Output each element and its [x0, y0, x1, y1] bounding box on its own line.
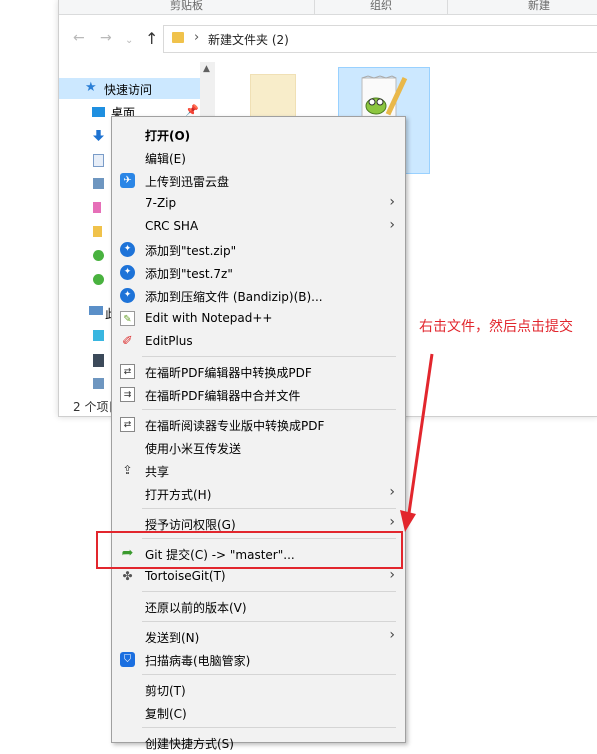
menu-item-upload-xunlei[interactable]: ✈ 上传到迅雷云盘 [112, 169, 405, 192]
scroll-up-arrow-icon[interactable]: ▲ [203, 64, 210, 74]
menu-item-label: 打开方式(H) [145, 488, 212, 502]
menu-item-label: 在福昕PDF编辑器中转换成PDF [145, 366, 312, 380]
menu-item-add-archive-bandizip[interactable]: ✦ 添加到压缩文件 (Bandizip)(B)... [112, 284, 405, 307]
menu-item-label: CRC SHA [145, 219, 199, 233]
menu-item-label: 添加到压缩文件 (Bandizip)(B)... [145, 290, 323, 304]
recent-locations-chevron-icon[interactable]: ⌄ [125, 33, 133, 49]
menu-item-foxit-reader-convert[interactable]: ⇄ 在福昕阅读器专业版中转换成PDF [112, 413, 405, 436]
menu-item-add-test-7z[interactable]: ✦ 添加到"test.7z" [112, 261, 405, 284]
bandizip-icon: ✦ [120, 242, 135, 257]
menu-item-add-test-zip[interactable]: ✦ 添加到"test.zip" [112, 238, 405, 261]
menu-item-restore-previous[interactable]: 还原以前的版本(V) [112, 595, 405, 618]
editplus-icon: ✐ [122, 334, 133, 349]
menu-item-send-to[interactable]: 发送到(N) › [112, 625, 405, 648]
menu-item-open-with[interactable]: 打开方式(H) › [112, 482, 405, 505]
foxit-icon: ⇉ [120, 387, 135, 402]
menu-item-7zip[interactable]: 7-Zip › [112, 192, 405, 215]
forward-arrow-icon[interactable]: → [100, 30, 112, 46]
desktop-icon [92, 107, 105, 117]
menu-item-label: 扫描病毒(电脑管家) [145, 654, 251, 668]
menu-item-label: 7-Zip [145, 196, 177, 210]
tencent-shield-icon: ⛉ [120, 652, 135, 667]
menu-item-share[interactable]: ⇪ 共享 [112, 459, 405, 482]
foxit-icon: ⇄ [120, 417, 135, 432]
quick-access-label: 快速访问 [104, 83, 153, 97]
this-pc-icon[interactable] [89, 306, 103, 315]
share-icon: ⇪ [122, 463, 133, 477]
menu-item-label: 添加到"test.zip" [145, 244, 237, 258]
menu-item-label: 还原以前的版本(V) [145, 601, 247, 615]
3d-objects-icon[interactable] [93, 330, 104, 341]
submenu-chevron-icon: › [389, 217, 395, 233]
menu-item-edit-notepad-plus[interactable]: ✎ Edit with Notepad++ [112, 307, 405, 330]
bandizip-icon: ✦ [120, 265, 135, 280]
videos-icon[interactable] [93, 354, 104, 367]
menu-item-foxit-merge[interactable]: ⇉ 在福昕PDF编辑器中合并文件 [112, 383, 405, 406]
green-check-folder-icon[interactable] [93, 250, 104, 261]
menu-item-crc-sha[interactable]: CRC SHA › [112, 215, 405, 238]
ribbon-group-clipboard: 剪贴板 [170, 0, 203, 12]
breadcrumb-chevron-icon[interactable]: › [194, 30, 199, 45]
quick-access-item[interactable]: ★ 快速访问 [59, 78, 200, 99]
pictures-icon[interactable] [93, 378, 104, 389]
ribbon-group-new: 新建 [528, 0, 550, 12]
menu-item-cut[interactable]: 剪切(T) [112, 678, 405, 701]
address-path[interactable]: 新建文件夹 (2) [208, 31, 289, 48]
up-arrow-icon[interactable]: ↑ [145, 29, 158, 48]
menu-item-edit[interactable]: 编辑(E) [112, 146, 405, 169]
menu-item-copy[interactable]: 复制(C) [112, 701, 405, 724]
menu-item-label: 打开(O) [145, 129, 191, 143]
menu-item-open[interactable]: 打开(O) [112, 123, 405, 146]
menu-item-label: 复制(C) [145, 707, 187, 721]
address-bar[interactable]: › 新建文件夹 (2) [163, 25, 597, 53]
bandizip-icon: ✦ [120, 288, 135, 303]
menu-item-label: 添加到"test.7z" [145, 267, 233, 281]
menu-item-xiaomi-share[interactable]: 使用小米互传发送 [112, 436, 405, 459]
navigation-bar: ← → ⌄ ↑ › 新建文件夹 (2) [59, 15, 597, 62]
folder-icon [172, 32, 184, 43]
back-arrow-icon[interactable]: ← [73, 30, 85, 46]
menu-item-foxit-convert[interactable]: ⇄ 在福昕PDF编辑器中转换成PDF [112, 360, 405, 383]
menu-item-label: 在福昕PDF编辑器中合并文件 [145, 389, 301, 403]
pictures-icon[interactable] [93, 178, 104, 189]
star-icon: ★ [85, 80, 97, 95]
menu-item-label: 使用小米互传发送 [145, 442, 242, 456]
downloads-icon[interactable] [93, 130, 104, 141]
foxit-icon: ⇄ [120, 364, 135, 379]
menu-item-editplus[interactable]: ✐ EditPlus [112, 330, 405, 353]
menu-item-label: 创建快捷方式(S) [145, 737, 234, 751]
menu-item-label: 共享 [145, 465, 170, 479]
tortoisegit-icon: ✤ [122, 569, 133, 583]
menu-item-scan-virus[interactable]: ⛉ 扫描病毒(电脑管家) [112, 648, 405, 671]
yellow-folder-icon[interactable] [93, 226, 102, 237]
green-check-folder-icon[interactable] [93, 274, 104, 285]
submenu-chevron-icon: › [389, 567, 395, 583]
documents-icon[interactable] [93, 154, 104, 167]
annotation-note: 右击文件，然后点击提交 [419, 319, 573, 335]
menu-item-label: 发送到(N) [145, 631, 200, 645]
submenu-chevron-icon: › [389, 627, 395, 643]
menu-item-label: 编辑(E) [145, 152, 186, 166]
menu-item-create-shortcut[interactable]: 创建快捷方式(S) [112, 731, 405, 754]
context-menu: 打开(O) 编辑(E) ✈ 上传到迅雷云盘 7-Zip › CRC SHA › … [111, 116, 406, 751]
thunder-bird-icon: ✈ [120, 173, 135, 188]
submenu-chevron-icon: › [389, 194, 395, 210]
menu-item-label: 剪切(T) [145, 684, 186, 698]
pink-folder-icon[interactable] [93, 202, 101, 213]
menu-item-label: TortoiseGit(T) [145, 569, 226, 583]
ribbon-group-labels: 剪贴板 组织 新建 [59, 0, 597, 15]
notepad-plus-icon: ✎ [120, 311, 135, 326]
ribbon-group-organize: 组织 [370, 0, 392, 12]
menu-item-label: Edit with Notepad++ [145, 311, 273, 325]
menu-item-label: 在福昕阅读器专业版中转换成PDF [145, 419, 325, 433]
menu-item-label: 上传到迅雷云盘 [145, 175, 230, 189]
highlight-box [96, 531, 403, 569]
menu-item-label: EditPlus [145, 334, 193, 348]
annotation-arrow [400, 353, 434, 532]
